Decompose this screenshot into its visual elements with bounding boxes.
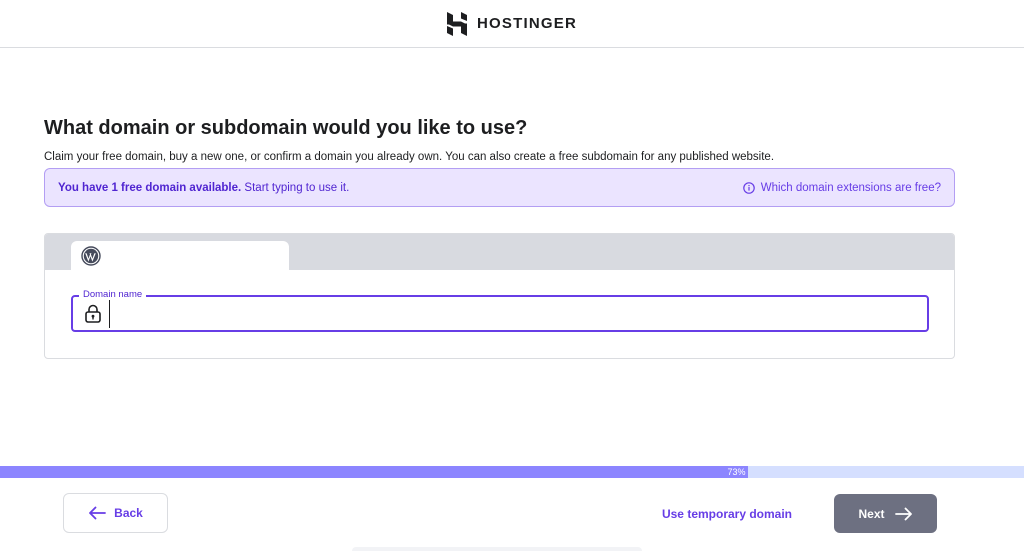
- wordpress-icon: [81, 245, 101, 266]
- bottom-edge-strip: [352, 547, 642, 551]
- domain-name-label: Domain name: [79, 289, 147, 300]
- banner-bold-text: You have 1 free domain available.: [58, 181, 242, 194]
- page-subtitle: Claim your free domain, buy a new one, o…: [44, 151, 775, 163]
- progress-label: 73%: [727, 467, 746, 477]
- progress-bar: 73%: [0, 466, 1024, 478]
- free-extensions-link-label: Which domain extensions are free?: [760, 181, 941, 194]
- arrow-left-icon: [89, 506, 107, 520]
- back-button[interactable]: Back: [63, 493, 168, 533]
- next-button[interactable]: Next: [834, 494, 937, 533]
- progress-fill: 73%: [0, 466, 748, 478]
- domain-name-field: Domain name: [71, 289, 929, 332]
- domain-card: Domain name: [44, 233, 955, 359]
- banner-text: Start typing to use it.: [241, 181, 350, 194]
- free-extensions-link[interactable]: Which domain extensions are free?: [742, 181, 941, 194]
- brand-name: HOSTINGER: [477, 15, 577, 32]
- top-header: HOSTINGER: [0, 0, 1024, 48]
- domain-name-input[interactable]: [109, 299, 889, 328]
- use-temporary-domain-button[interactable]: Use temporary domain: [652, 500, 802, 527]
- back-button-label: Back: [114, 506, 143, 520]
- platform-tabs: [45, 234, 954, 270]
- info-icon: [742, 181, 755, 194]
- banner-message: You have 1 free domain available. Start …: [58, 182, 349, 194]
- brand-logo[interactable]: HOSTINGER: [447, 11, 577, 36]
- hostinger-logo-icon: [447, 11, 467, 36]
- page-title: What domain or subdomain would you like …: [44, 117, 528, 139]
- arrow-right-icon: [894, 507, 912, 520]
- lock-icon: [85, 304, 101, 323]
- tab-wordpress[interactable]: [71, 241, 289, 270]
- next-button-label: Next: [858, 506, 885, 521]
- free-domain-banner: You have 1 free domain available. Start …: [44, 168, 955, 207]
